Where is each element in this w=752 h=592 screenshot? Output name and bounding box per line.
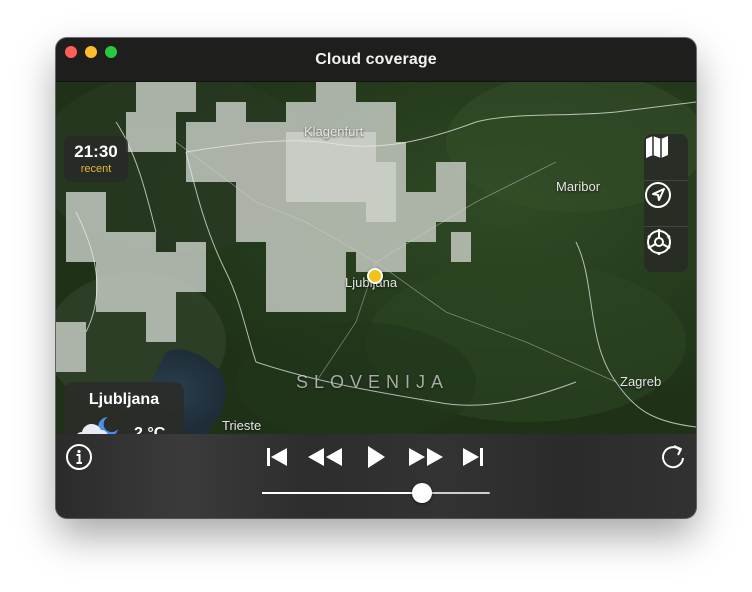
window-title: Cloud coverage: [315, 51, 437, 68]
fast-forward-icon: [409, 448, 443, 466]
skip-to-start-icon: [267, 448, 287, 466]
satellite-map[interactable]: Klagenfurt Maribor Ljubljana Zagreb Trie…: [56, 82, 696, 434]
timeline-slider[interactable]: [262, 483, 490, 503]
settings-gear-icon: [647, 229, 671, 255]
place-label-maribor: Maribor: [556, 179, 601, 194]
time-badge: 21:30 recent: [64, 136, 128, 182]
playback-controls: [56, 434, 696, 518]
map-toolbar: [644, 134, 688, 272]
refresh-button[interactable]: [658, 442, 688, 472]
partly-cloudy-night-icon: [77, 417, 118, 434]
refresh-icon: [662, 445, 684, 469]
weather-city: Ljubljana: [88, 391, 160, 408]
map-icon: [646, 136, 668, 158]
map-layers-button[interactable]: [644, 134, 688, 180]
place-label-trieste: Trieste: [222, 418, 262, 433]
info-icon: [66, 444, 92, 470]
time-status-label: recent: [80, 163, 112, 175]
weather-temperature: 2 °C: [134, 425, 166, 434]
weather-card[interactable]: Ljubljana 2 °C: [64, 382, 184, 434]
skip-to-end-icon: [463, 448, 483, 466]
play-button[interactable]: [360, 442, 390, 472]
timeline-slider-fill: [262, 492, 422, 494]
settings-button[interactable]: [644, 226, 688, 272]
time-label: 21:30: [74, 142, 118, 161]
place-label-zagreb: Zagreb: [620, 374, 662, 389]
skip-to-start-button[interactable]: [262, 442, 292, 472]
app-window: Cloud coverage Klagenfurt Maribor Zagreb…: [56, 38, 696, 518]
locate-me-button[interactable]: [644, 180, 688, 226]
rewind-icon: [308, 448, 342, 466]
play-icon: [368, 446, 385, 468]
fast-forward-button[interactable]: [405, 442, 447, 472]
title-bar: Cloud coverage: [56, 38, 696, 82]
info-button[interactable]: [64, 442, 94, 472]
skip-to-end-button[interactable]: [458, 442, 488, 472]
country-label: SLOVENIJA: [296, 372, 450, 392]
timeline-slider-knob[interactable]: [411, 483, 432, 503]
location-arrow-icon: [645, 182, 671, 208]
place-label-klagenfurt: Klagenfurt: [304, 124, 364, 139]
location-marker[interactable]: [367, 268, 383, 284]
rewind-button[interactable]: [304, 442, 346, 472]
